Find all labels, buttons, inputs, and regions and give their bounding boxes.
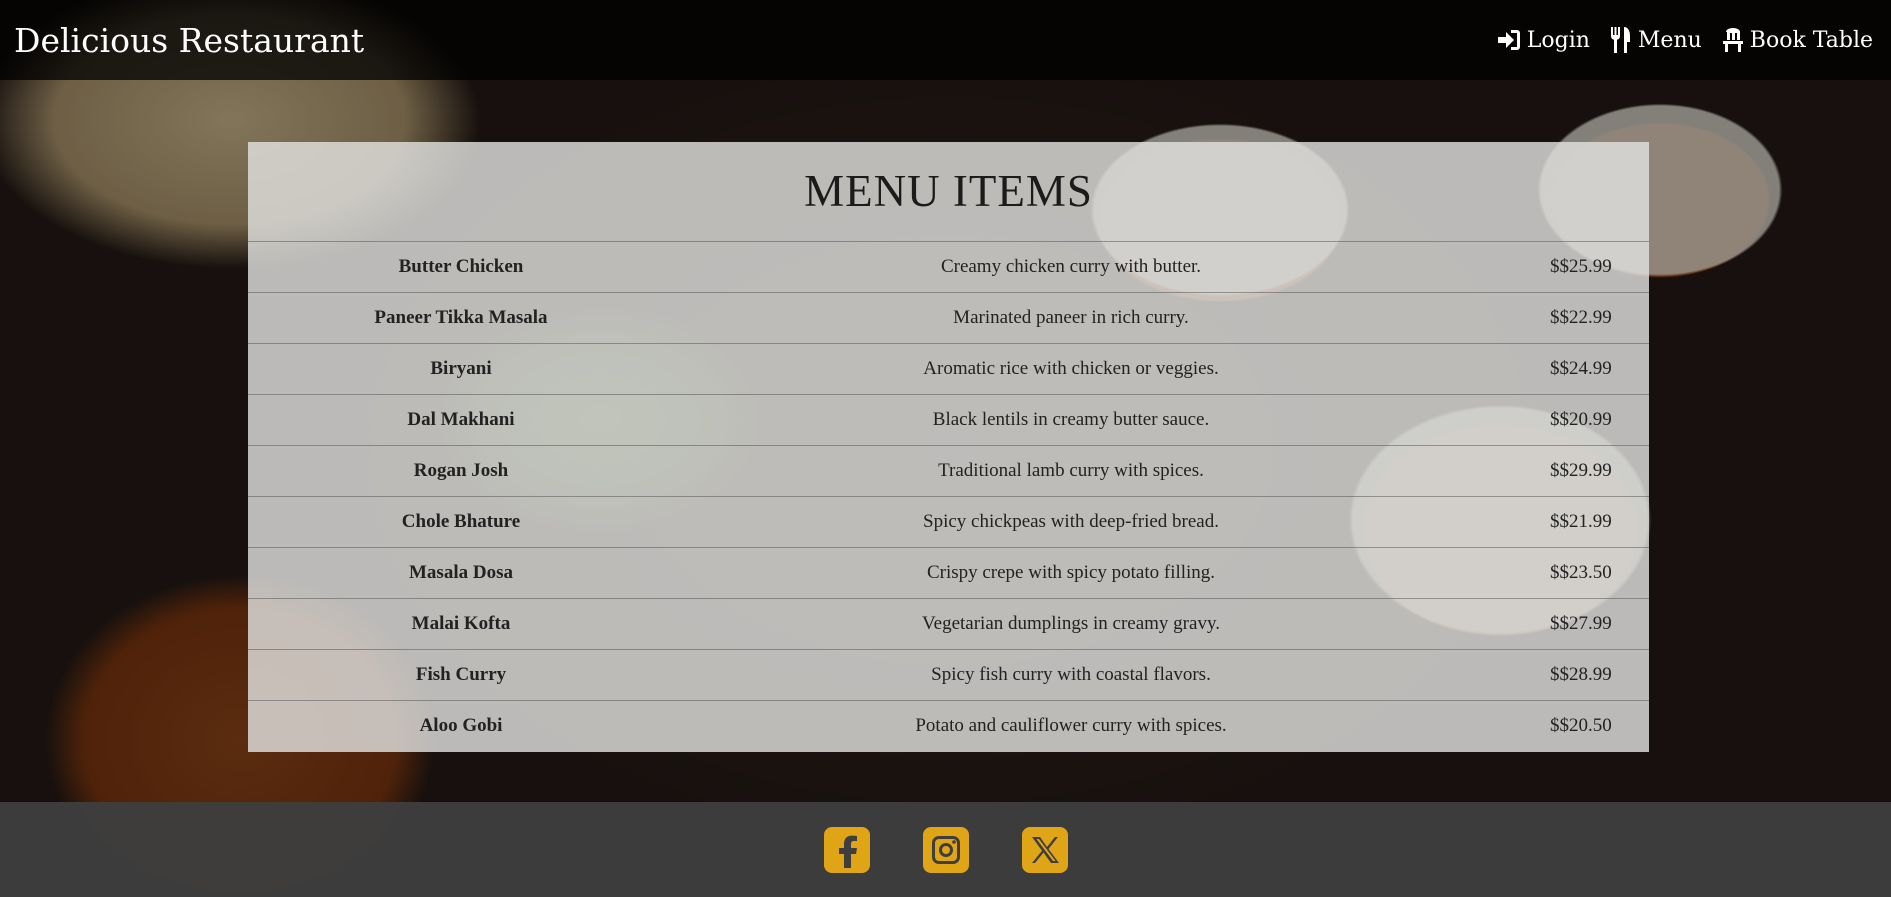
menu-item-name: Masala Dosa [409, 562, 513, 583]
menu-item-description: Vegetarian dumplings in creamy gravy. [922, 613, 1220, 634]
menu-item-name: Chole Bhature [401, 511, 521, 532]
menu-item-price: $$28.99 [1550, 664, 1612, 685]
instagram-link[interactable] [922, 826, 969, 873]
menu-row: Aloo Gobi Potato and cauliflower curry wi… [248, 700, 1649, 752]
menu-item-name: Dal Makhani [407, 409, 515, 430]
menu-row: Chole Bhature Spicy chickpeas with deep-f… [248, 496, 1649, 548]
menu-item-price: $$22.99 [1550, 307, 1612, 328]
menu-row: Paneer Tikka Masala Marinated paneer in r… [248, 292, 1649, 344]
nav-book-table-label: Book Table [1749, 27, 1873, 53]
menu-item-price: $$29.99 [1550, 460, 1612, 481]
menu-item-price-cell: $$29.99 [1468, 446, 1649, 497]
menu-item-name: Biryani [430, 358, 492, 379]
menu-item-name: Aloo Gobi [419, 715, 503, 737]
facebook-link[interactable] [823, 826, 870, 873]
menu-card: MENU ITEMS Butter Chicken Creamy chicken … [248, 142, 1649, 752]
menu-item-description: Creamy chicken curry with butter. [940, 256, 1202, 277]
footer [0, 802, 1891, 897]
brand-title[interactable]: Delicious Restaurant [14, 21, 364, 60]
menu-item-price-cell: $$28.99 [1468, 650, 1649, 701]
menu-item-name: Malai Kofta [411, 613, 511, 634]
menu-item-description: Crispy crepe with spicy potato filling. [926, 562, 1216, 583]
menu-item-name: Fish Curry [415, 664, 507, 685]
menu-item-price: $$25.99 [1550, 256, 1612, 277]
nav-menu-label: Menu [1637, 27, 1702, 53]
utensils-icon [1610, 27, 1630, 53]
x-twitter-link[interactable] [1021, 826, 1068, 873]
chair-icon [1722, 28, 1743, 52]
menu-item-name: Rogan Josh [413, 460, 509, 481]
menu-table: Butter Chicken Creamy chicken curry with … [248, 241, 1649, 752]
menu-item-price-cell: $$25.99 [1468, 242, 1649, 293]
menu-title: MENU ITEMS [804, 166, 1093, 216]
menu-item-price: $$20.50 [1550, 715, 1612, 737]
menu-item-description: Traditional lamb curry with spices. [938, 460, 1204, 481]
menu-item-price: $$23.50 [1550, 562, 1612, 583]
top-navbar: Delicious Restaurant Login Menu Book Tab… [0, 0, 1891, 80]
menu-row: Biryani Aromatic rice with chicken or veg… [248, 343, 1649, 395]
x-twitter-icon [1031, 836, 1059, 863]
menu-item-description: Black lentils in creamy butter sauce. [932, 409, 1210, 430]
menu-item-description: Marinated paneer in rich curry. [953, 307, 1189, 328]
nav-login-label: Login [1526, 27, 1590, 53]
instagram-icon [931, 835, 960, 864]
menu-item-name: Paneer Tikka Masala [374, 307, 548, 328]
menu-item-price-cell: $$22.99 [1468, 293, 1649, 344]
menu-item-description: Aromatic rice with chicken or veggies. [923, 358, 1219, 379]
facebook-icon [838, 835, 857, 868]
nav-menu-link[interactable]: Menu [1610, 27, 1702, 53]
menu-item-description: Potato and cauliflower curry with spices… [915, 715, 1227, 737]
menu-item-description: Spicy chickpeas with deep-fried bread. [923, 511, 1219, 532]
menu-item-price: $$24.99 [1550, 358, 1612, 379]
menu-item-price-cell: $$21.99 [1468, 497, 1649, 548]
menu-row: Fish Curry Spicy fish curry with coastal … [248, 649, 1649, 701]
menu-row: Malai Kofta Vegetarian dumplings in cream… [248, 598, 1649, 650]
login-icon [1497, 30, 1520, 50]
menu-item-price-cell: $$20.50 [1468, 701, 1649, 752]
menu-row: Dal Makhani Black lentils in creamy butte… [248, 394, 1649, 446]
menu-item-price-cell: $$27.99 [1468, 599, 1649, 650]
menu-item-description: Spicy fish curry with coastal flavors. [931, 664, 1211, 685]
menu-item-name: Butter Chicken [398, 256, 524, 277]
menu-row: Masala Dosa Crispy crepe with spicy potat… [248, 547, 1649, 599]
menu-row: Butter Chicken Creamy chicken curry with … [248, 241, 1649, 293]
menu-item-price-cell: $$23.50 [1468, 548, 1649, 599]
menu-item-price-cell: $$20.99 [1468, 395, 1649, 446]
nav-book-table-link[interactable]: Book Table [1722, 28, 1873, 53]
menu-item-price-cell: $$24.99 [1468, 344, 1649, 395]
menu-item-price: $$27.99 [1550, 613, 1612, 634]
menu-item-price: $$20.99 [1550, 409, 1612, 430]
menu-item-price: $$21.99 [1550, 511, 1612, 532]
nav-login-link[interactable]: Login [1497, 28, 1590, 53]
main-nav: Login Menu Book Table [1497, 27, 1873, 53]
menu-row: Rogan Josh Traditional lamb curry with sp… [248, 445, 1649, 497]
